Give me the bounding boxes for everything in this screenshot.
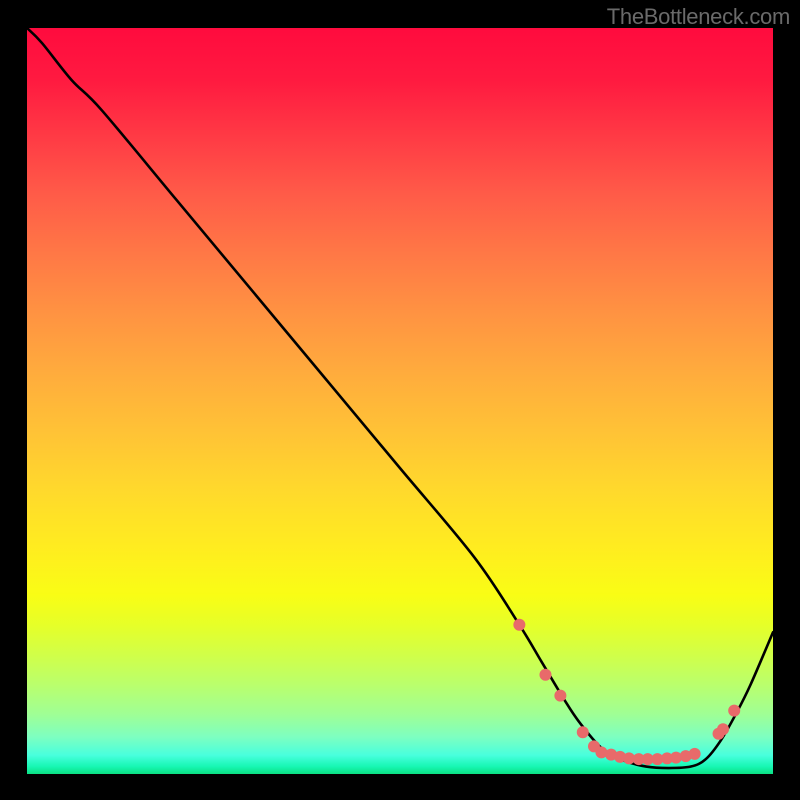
- chart-plot-area: [27, 28, 773, 774]
- chart-gradient-background: [27, 28, 773, 774]
- attribution-text: TheBottleneck.com: [607, 4, 790, 30]
